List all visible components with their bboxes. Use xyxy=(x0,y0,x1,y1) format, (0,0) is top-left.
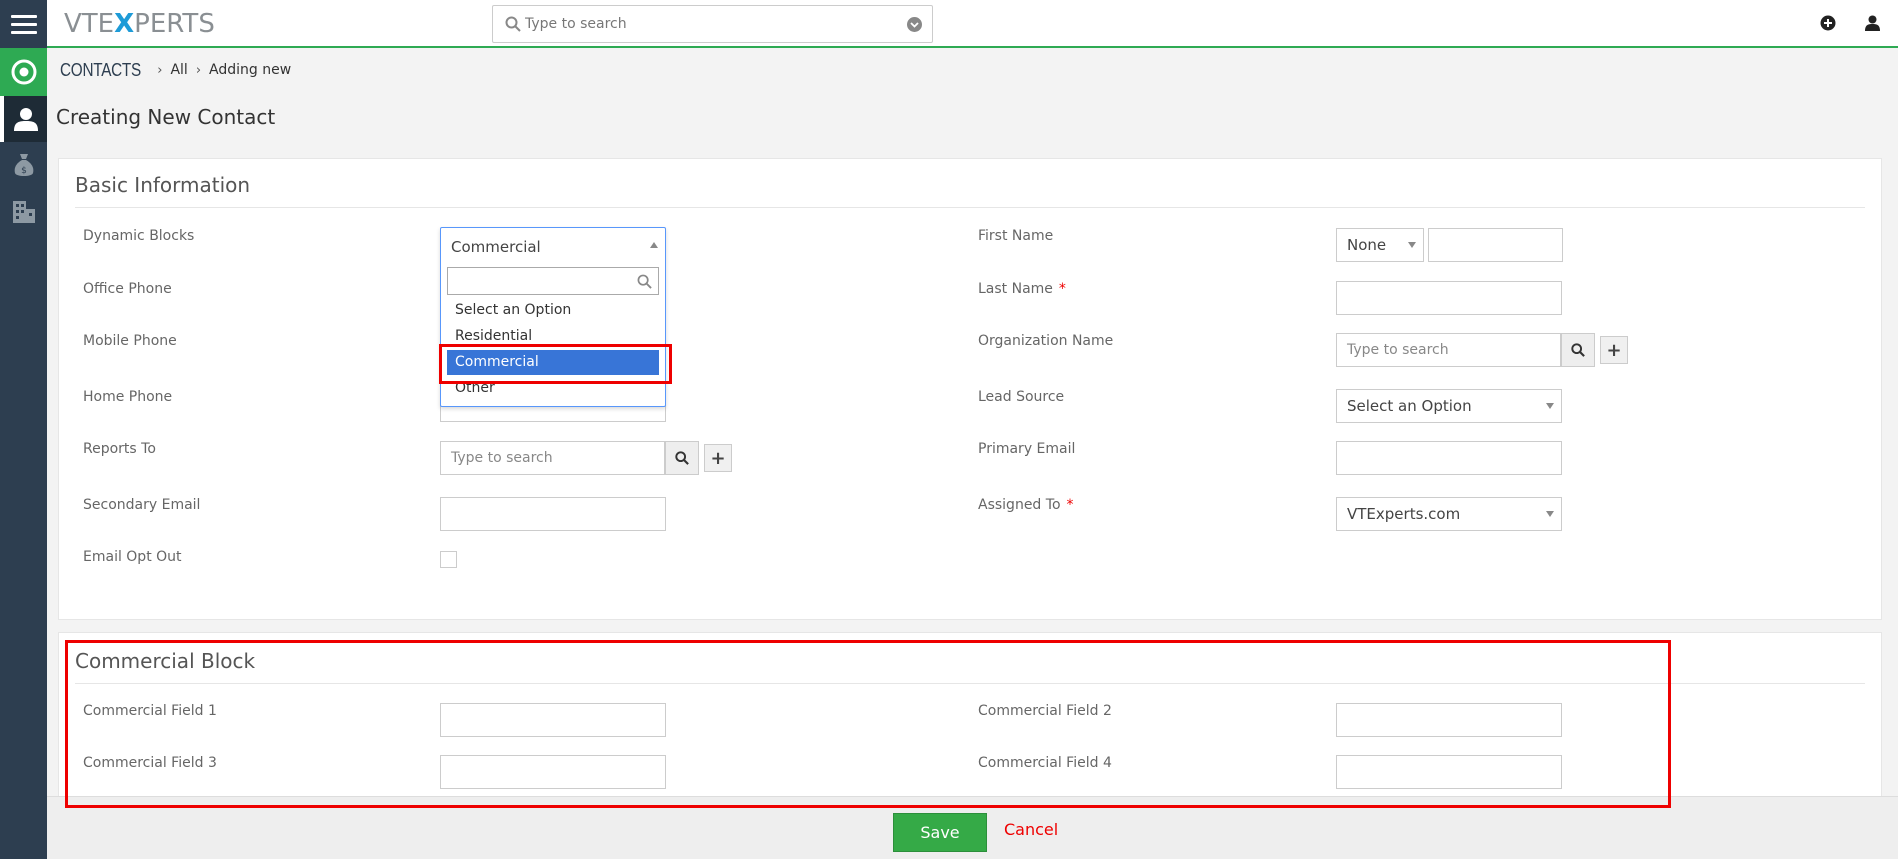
breadcrumb-all[interactable]: All xyxy=(170,62,187,78)
commercial-field-1-label: Commercial Field 1 xyxy=(83,703,217,719)
search-icon xyxy=(505,16,521,32)
panel-divider xyxy=(75,683,1865,684)
mobile-phone-label: Mobile Phone xyxy=(83,333,177,349)
dropdown-option-select[interactable]: Select an Option xyxy=(447,298,659,323)
panel-divider xyxy=(75,207,1865,208)
global-search[interactable] xyxy=(492,5,933,43)
cancel-link[interactable]: Cancel xyxy=(1004,820,1058,839)
dropdown-search-input[interactable] xyxy=(447,267,659,295)
sidebar-item-organizations[interactable] xyxy=(0,188,47,234)
organization-name-input[interactable]: Type to search xyxy=(1336,333,1561,367)
email-opt-out-checkbox[interactable] xyxy=(440,551,457,568)
dropdown-option-other[interactable]: Other xyxy=(447,376,659,401)
organization-add-button[interactable]: + xyxy=(1600,336,1628,364)
commercial-block-panel: Commercial Block xyxy=(58,632,1882,797)
basic-information-title: Basic Information xyxy=(75,173,251,197)
sidebar-item-home[interactable] xyxy=(0,48,47,96)
breadcrumb-separator-icon: › xyxy=(195,62,202,78)
dropdown-option-residential[interactable]: Residential xyxy=(447,324,659,349)
left-sidebar: $ xyxy=(0,48,47,859)
lead-source-label: Lead Source xyxy=(978,389,1065,405)
last-name-label-text: Last Name xyxy=(978,281,1053,297)
required-mark: * xyxy=(1058,281,1066,297)
sidebar-item-deals[interactable]: $ xyxy=(0,142,47,188)
reports-to-add-button[interactable]: + xyxy=(704,444,732,472)
caret-up-icon xyxy=(650,242,658,248)
commercial-field-3-input[interactable] xyxy=(440,755,666,789)
salutation-value: None xyxy=(1347,236,1387,254)
breadcrumb-current: Adding new xyxy=(209,62,292,78)
last-name-field[interactable] xyxy=(1336,281,1562,315)
chevron-down-icon[interactable] xyxy=(907,17,922,32)
breadcrumb-module[interactable]: CONTACTS xyxy=(60,60,141,81)
caret-down-icon xyxy=(1408,242,1416,248)
dynamic-blocks-dropdown[interactable]: Commercial Select an Option Residential … xyxy=(440,227,666,407)
commercial-field-2-input[interactable] xyxy=(1336,703,1562,737)
logo-x: X xyxy=(114,9,135,39)
global-search-input[interactable] xyxy=(525,14,885,34)
lead-source-value: Select an Option xyxy=(1347,397,1472,415)
lead-source-select[interactable]: Select an Option xyxy=(1336,389,1562,423)
secondary-email-label: Secondary Email xyxy=(83,497,201,513)
commercial-field-3-label: Commercial Field 3 xyxy=(83,755,217,771)
assigned-to-select[interactable]: VTExperts.com xyxy=(1336,497,1562,531)
commercial-field-2-label: Commercial Field 2 xyxy=(978,703,1112,719)
search-icon xyxy=(637,274,652,289)
add-circle-icon[interactable] xyxy=(1820,15,1836,31)
building-icon xyxy=(12,201,35,223)
assigned-to-label-text: Assigned To xyxy=(978,497,1061,513)
user-icon[interactable] xyxy=(1865,15,1880,31)
breadcrumb: CONTACTS › All › Adding new xyxy=(60,58,291,82)
salutation-select[interactable]: None xyxy=(1336,228,1424,262)
caret-down-icon xyxy=(1546,403,1554,409)
organization-search-button[interactable] xyxy=(1561,333,1595,367)
first-name-field[interactable] xyxy=(1428,228,1563,262)
reports-to-input[interactable]: Type to search xyxy=(440,441,665,475)
home-phone-label: Home Phone xyxy=(83,389,173,405)
secondary-email-field[interactable] xyxy=(440,497,666,531)
app-logo[interactable]: VTEXPERTS xyxy=(64,10,215,38)
reports-to-label: Reports To xyxy=(83,441,156,457)
dropdown-option-commercial[interactable]: Commercial xyxy=(447,350,659,375)
required-mark: * xyxy=(1066,497,1074,513)
top-bar: VTEXPERTS xyxy=(0,0,1898,48)
svg-text:$: $ xyxy=(21,166,27,176)
caret-down-icon xyxy=(1546,511,1554,517)
breadcrumb-separator-icon: › xyxy=(157,62,163,78)
commercial-field-1-input[interactable] xyxy=(440,703,666,737)
search-icon xyxy=(1571,343,1585,357)
save-button[interactable]: Save xyxy=(893,813,987,852)
home-target-icon xyxy=(11,59,36,85)
email-opt-out-label: Email Opt Out xyxy=(83,549,182,565)
office-phone-label: Office Phone xyxy=(83,281,172,297)
hamburger-menu-icon[interactable] xyxy=(0,0,47,48)
commercial-block-title: Commercial Block xyxy=(75,649,256,673)
dynamic-blocks-value: Commercial xyxy=(451,238,541,256)
commercial-field-4-label: Commercial Field 4 xyxy=(978,755,1112,771)
primary-email-field[interactable] xyxy=(1336,441,1562,475)
basic-information-panel: Basic Information xyxy=(58,158,1882,620)
primary-email-label: Primary Email xyxy=(978,441,1076,457)
organization-name-label: Organization Name xyxy=(978,333,1114,349)
dynamic-blocks-label: Dynamic Blocks xyxy=(83,228,195,244)
sidebar-item-contacts[interactable] xyxy=(0,96,47,142)
commercial-field-4-input[interactable] xyxy=(1336,755,1562,789)
logo-prefix: VTE xyxy=(64,9,115,39)
search-icon xyxy=(675,451,689,465)
last-name-label: Last Name * xyxy=(978,281,1066,297)
assigned-to-value: VTExperts.com xyxy=(1347,505,1461,523)
money-bag-icon: $ xyxy=(14,154,33,176)
first-name-label: First Name xyxy=(978,228,1054,244)
reports-to-search-button[interactable] xyxy=(665,441,699,475)
logo-suffix: PERTS xyxy=(134,9,215,39)
page-title: Creating New Contact xyxy=(56,105,276,129)
contact-person-icon xyxy=(13,108,38,131)
assigned-to-label: Assigned To * xyxy=(978,497,1074,513)
